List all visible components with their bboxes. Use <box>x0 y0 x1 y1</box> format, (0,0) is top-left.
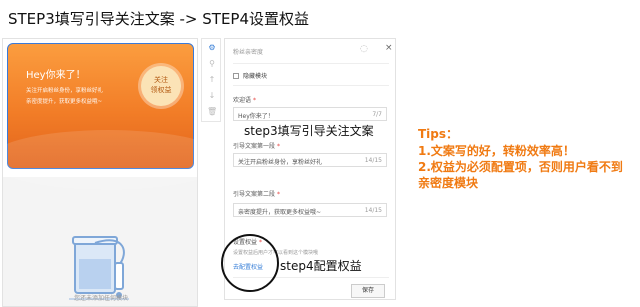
arrow-up-icon[interactable]: ↑ <box>207 75 217 85</box>
guide1-label: 引导文案第一段 * <box>233 143 280 150</box>
empty-state-text: 您还未添加任何模块 <box>73 295 128 302</box>
tips-title: Tips： <box>418 127 459 141</box>
bulb-icon[interactable]: ◌ <box>360 44 368 54</box>
phone-preview: Hey你来了！ 关注开启粉丝身份，享粉丝好礼 亲密度提升，获取更多权益哦~ 关注… <box>2 38 198 307</box>
tips-line-1: 1.文案写的好，转粉效率高！ <box>418 144 575 158</box>
guide2-field[interactable]: 亲密度提升，获取更多权益哦~ 14/15 <box>233 203 387 217</box>
hide-module-label: 隐藏模块 <box>243 73 268 80</box>
tips-line-2: 2.权益为必须配置项，否则用户看不到 <box>418 160 623 174</box>
close-icon[interactable]: × <box>385 43 393 53</box>
module-toolbar: ⚙ ⚲ ↑ ↓ 🗑 <box>201 38 221 122</box>
arrow-down-icon[interactable]: ↓ <box>207 91 217 101</box>
step3-annotation: step3填写引导关注文案 <box>244 122 374 139</box>
tips-line-3: 亲密度模块 <box>418 176 479 190</box>
pin-icon[interactable]: ⚲ <box>207 59 217 69</box>
fan-intimacy-banner[interactable]: Hey你来了！ 关注开启粉丝身份，享粉丝好礼 亲密度提升，获取更多权益哦~ 关注… <box>3 43 197 190</box>
guide2-label: 引导文案第二段 * <box>233 191 280 198</box>
banner-title: Hey你来了！ <box>26 70 86 81</box>
welcome-field[interactable]: Hey你来了！ 7/7 <box>233 107 387 121</box>
step4-annotation: step4配置权益 <box>280 259 362 273</box>
panel-title: 粉丝亲密度 <box>233 49 264 56</box>
trash-icon[interactable]: 🗑 <box>207 107 217 117</box>
banner-line-1: 关注开启粉丝身份，享粉丝好礼 <box>26 88 104 94</box>
gear-icon[interactable]: ⚙ <box>207 43 217 53</box>
guide1-field[interactable]: 关注开启粉丝身份，享粉丝好礼 14/15 <box>233 153 387 167</box>
banner-line-2: 亲密度提升，获取更多权益哦~ <box>26 99 103 105</box>
save-button[interactable]: 保存 <box>351 284 385 298</box>
welcome-label: 欢迎语 * <box>233 97 256 104</box>
hide-module-checkbox[interactable] <box>233 73 239 79</box>
highlight-circle <box>221 234 279 292</box>
follow-badge[interactable]: 关注 领权益 <box>141 66 181 106</box>
page-heading: STEP3填写引导关注文案 -> STEP4设置权益 <box>8 10 310 28</box>
